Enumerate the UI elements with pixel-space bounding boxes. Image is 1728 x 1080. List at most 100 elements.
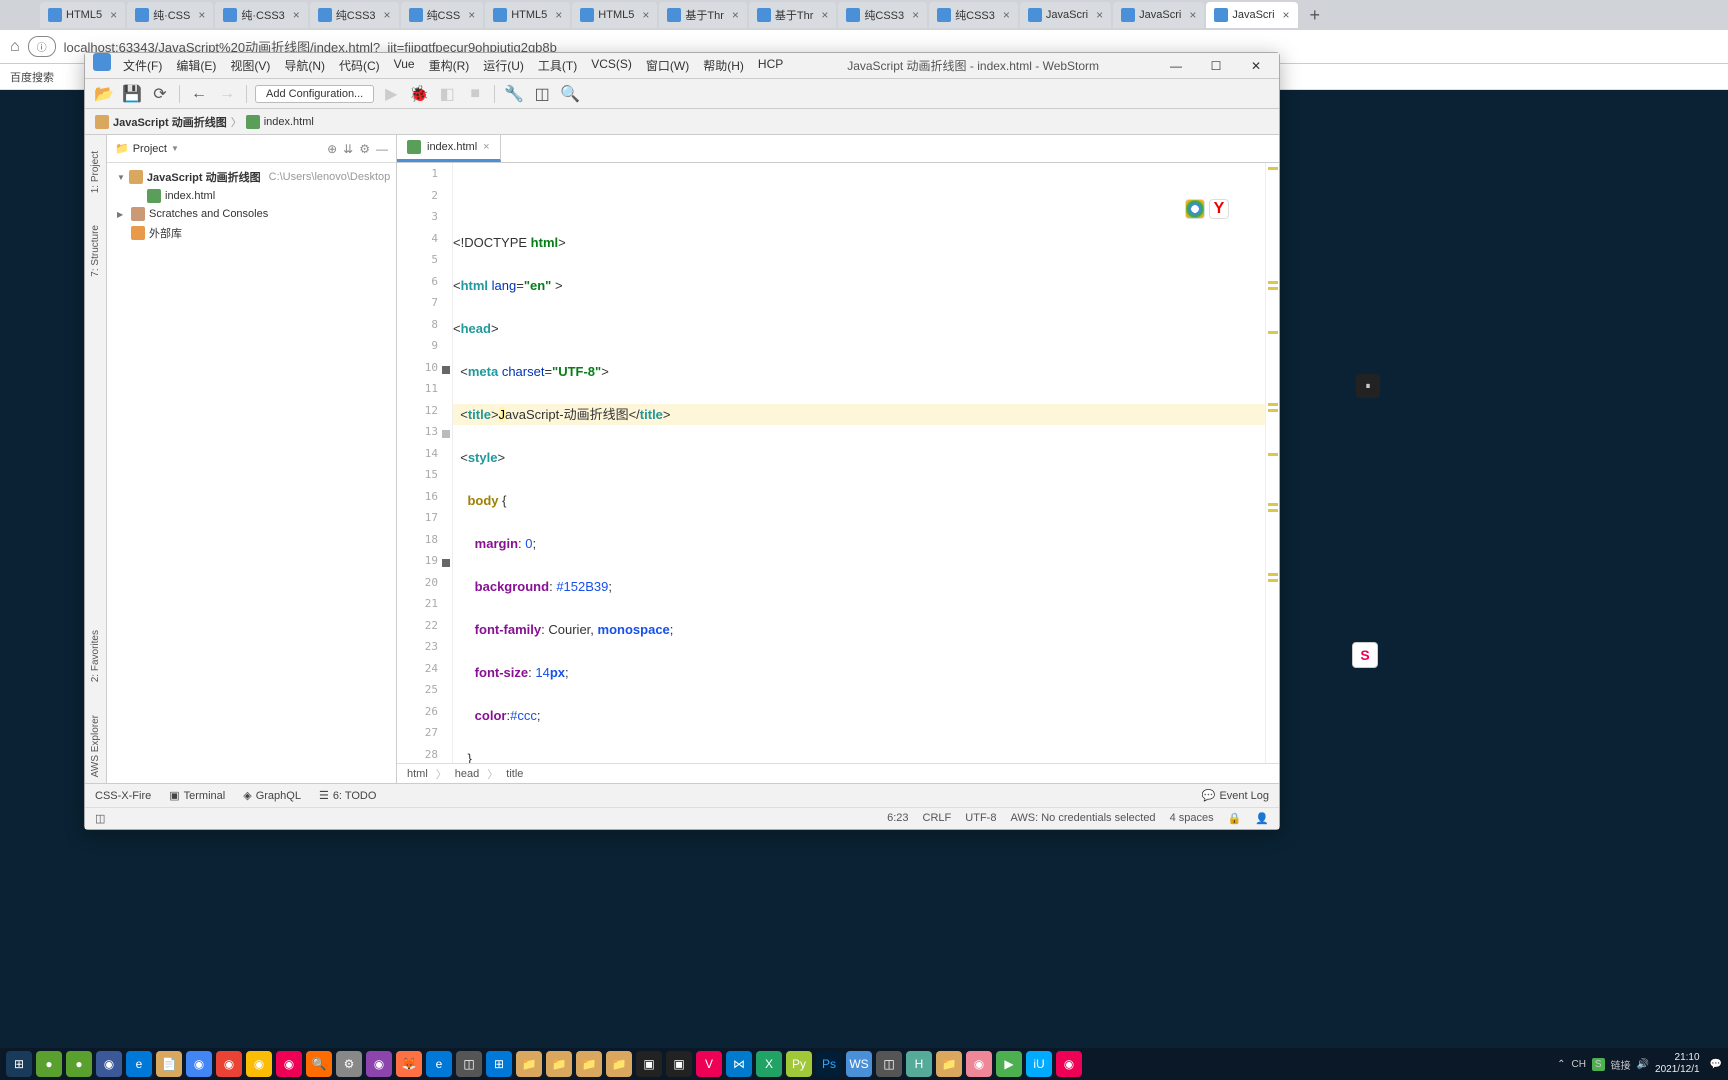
task-icon[interactable]: e xyxy=(426,1051,452,1077)
task-icon[interactable]: ⚙ xyxy=(336,1051,362,1077)
save-icon[interactable]: 💾 xyxy=(121,83,143,105)
menu-help[interactable]: 帮助(H) xyxy=(697,53,750,78)
browser-tab[interactable]: 纯·CSS× xyxy=(127,2,213,28)
browser-tab[interactable]: JavaScri× xyxy=(1113,2,1204,28)
crumb[interactable]: title xyxy=(506,768,523,780)
menu-hcp[interactable]: HCP xyxy=(752,53,789,78)
status-corner-icon[interactable]: ◫ xyxy=(95,812,105,825)
browser-tab[interactable]: HTML5× xyxy=(572,2,657,28)
close-icon[interactable]: × xyxy=(1283,8,1290,22)
task-icon[interactable]: ◉ xyxy=(276,1051,302,1077)
task-icon[interactable]: ◉ xyxy=(246,1051,272,1077)
inspect-icon[interactable]: 👤 xyxy=(1255,812,1269,825)
home-icon[interactable]: ⌂ xyxy=(10,38,20,56)
menu-file[interactable]: 文件(F) xyxy=(117,53,168,78)
browser-tab[interactable]: 纯CSS3× xyxy=(310,2,399,28)
menu-nav[interactable]: 导航(N) xyxy=(278,53,331,78)
cursor-pos[interactable]: 6:23 xyxy=(887,812,908,825)
aws-status[interactable]: AWS: No credentials selected xyxy=(1010,812,1155,825)
browser-tab-active[interactable]: JavaScri× xyxy=(1206,2,1297,28)
task-icon[interactable]: 🔍 xyxy=(306,1051,332,1077)
chrome-icon[interactable] xyxy=(1185,199,1205,219)
notification-icon[interactable]: 💬 xyxy=(1710,1059,1722,1070)
crumb-root[interactable]: JavaScript 动画折线图 xyxy=(95,114,227,130)
locate-icon[interactable]: ⊕ xyxy=(327,142,337,156)
search-icon[interactable]: 🔍 xyxy=(559,83,581,105)
close-icon[interactable]: × xyxy=(384,8,391,22)
lock-icon[interactable]: 🔒 xyxy=(1228,812,1242,825)
browser-tab[interactable]: HTML5× xyxy=(40,2,125,28)
task-icon[interactable]: ◉ xyxy=(186,1051,212,1077)
tray-up-icon[interactable]: ⌃ xyxy=(1557,1059,1565,1070)
tray-ime[interactable]: CH xyxy=(1571,1059,1585,1070)
browser-tab[interactable]: 基于Thr× xyxy=(659,2,747,28)
task-icon[interactable]: ⋈ xyxy=(726,1051,752,1077)
bookmark-link[interactable]: 百度搜索 xyxy=(10,69,54,85)
menu-window[interactable]: 窗口(W) xyxy=(640,53,695,78)
task-icon[interactable]: Ps xyxy=(816,1051,842,1077)
new-tab-button[interactable]: + xyxy=(1300,5,1331,26)
encoding[interactable]: UTF-8 xyxy=(965,812,996,825)
run-config-dropdown[interactable]: Add Configuration... xyxy=(255,85,374,103)
layout-icon[interactable]: ◫ xyxy=(531,83,553,105)
settings-icon[interactable]: 🔧 xyxy=(503,83,525,105)
taskbar-clock[interactable]: 21:10 2021/12/1 xyxy=(1655,1052,1704,1076)
task-icon[interactable]: H xyxy=(906,1051,932,1077)
pause-overlay-icon[interactable]: ⏸ xyxy=(1356,374,1380,398)
crumb[interactable]: head xyxy=(455,768,479,780)
marker-strip[interactable] xyxy=(1265,163,1279,763)
refresh-icon[interactable]: ⟳ xyxy=(149,83,171,105)
task-icon[interactable]: WS xyxy=(846,1051,872,1077)
close-icon[interactable]: × xyxy=(912,8,919,22)
tray-vol-icon[interactable]: 🔊 xyxy=(1637,1059,1649,1070)
indent[interactable]: 4 spaces xyxy=(1170,812,1214,825)
forward-icon[interactable]: → xyxy=(216,83,238,105)
tab-favorites[interactable]: 2: Favorites xyxy=(88,624,103,688)
coverage-icon[interactable]: ◧ xyxy=(436,83,458,105)
browser-tab[interactable]: 纯CSS3× xyxy=(838,2,927,28)
task-icon[interactable]: 📁 xyxy=(606,1051,632,1077)
task-icon[interactable]: ● xyxy=(36,1051,62,1077)
tray-net-icon[interactable]: 链接 xyxy=(1611,1057,1631,1072)
close-icon[interactable]: × xyxy=(293,8,300,22)
task-icon[interactable]: ● xyxy=(66,1051,92,1077)
menu-refactor[interactable]: 重构(R) xyxy=(423,53,476,78)
close-button[interactable]: ✕ xyxy=(1237,54,1275,78)
browser-tab[interactable]: 基于Thr× xyxy=(749,2,837,28)
task-icon[interactable]: ⊞ xyxy=(486,1051,512,1077)
code-content[interactable]: <!DOCTYPE html> <html lang="en" > <head>… xyxy=(453,163,1265,763)
browser-tab[interactable]: 纯CSS× xyxy=(401,2,484,28)
tree-file[interactable]: index.html xyxy=(113,187,390,205)
tool-terminal[interactable]: ▣ Terminal xyxy=(169,789,225,802)
task-icon[interactable]: ◉ xyxy=(1056,1051,1082,1077)
task-icon[interactable]: e xyxy=(126,1051,152,1077)
close-icon[interactable]: × xyxy=(1096,8,1103,22)
back-icon[interactable]: ← xyxy=(188,83,210,105)
editor-tab[interactable]: index.html× xyxy=(397,135,501,162)
close-tab-icon[interactable]: × xyxy=(483,141,489,153)
close-icon[interactable]: × xyxy=(642,8,649,22)
close-icon[interactable]: × xyxy=(732,8,739,22)
task-icon[interactable]: ◉ xyxy=(966,1051,992,1077)
project-dropdown[interactable]: 📁 Project ▼ xyxy=(115,142,179,155)
close-icon[interactable]: × xyxy=(555,8,562,22)
run-icon[interactable]: ▶ xyxy=(380,83,402,105)
crumb-file[interactable]: index.html xyxy=(246,115,314,129)
sogou-icon[interactable]: S xyxy=(1352,642,1378,668)
hide-icon[interactable]: — xyxy=(376,142,388,156)
close-icon[interactable]: × xyxy=(468,8,475,22)
event-log[interactable]: 💬 Event Log xyxy=(1202,789,1269,802)
tool-graphql[interactable]: ◈ GraphQL xyxy=(243,789,301,802)
menu-run[interactable]: 运行(U) xyxy=(477,53,530,78)
menu-view[interactable]: 视图(V) xyxy=(224,53,276,78)
collapse-icon[interactable]: ⇊ xyxy=(343,142,353,156)
code-editor[interactable]: Y 12345678910111213141516171819202122232… xyxy=(397,163,1279,763)
line-ending[interactable]: CRLF xyxy=(923,812,952,825)
tab-aws[interactable]: AWS Explorer xyxy=(88,709,103,783)
menu-code[interactable]: 代码(C) xyxy=(333,53,386,78)
tree-root[interactable]: ▼JavaScript 动画折线图C:\Users\lenovo\Desktop xyxy=(113,167,390,187)
task-icon[interactable]: ◉ xyxy=(216,1051,242,1077)
minimize-button[interactable]: — xyxy=(1157,54,1195,78)
close-icon[interactable]: × xyxy=(821,8,828,22)
task-icon[interactable]: 📄 xyxy=(156,1051,182,1077)
